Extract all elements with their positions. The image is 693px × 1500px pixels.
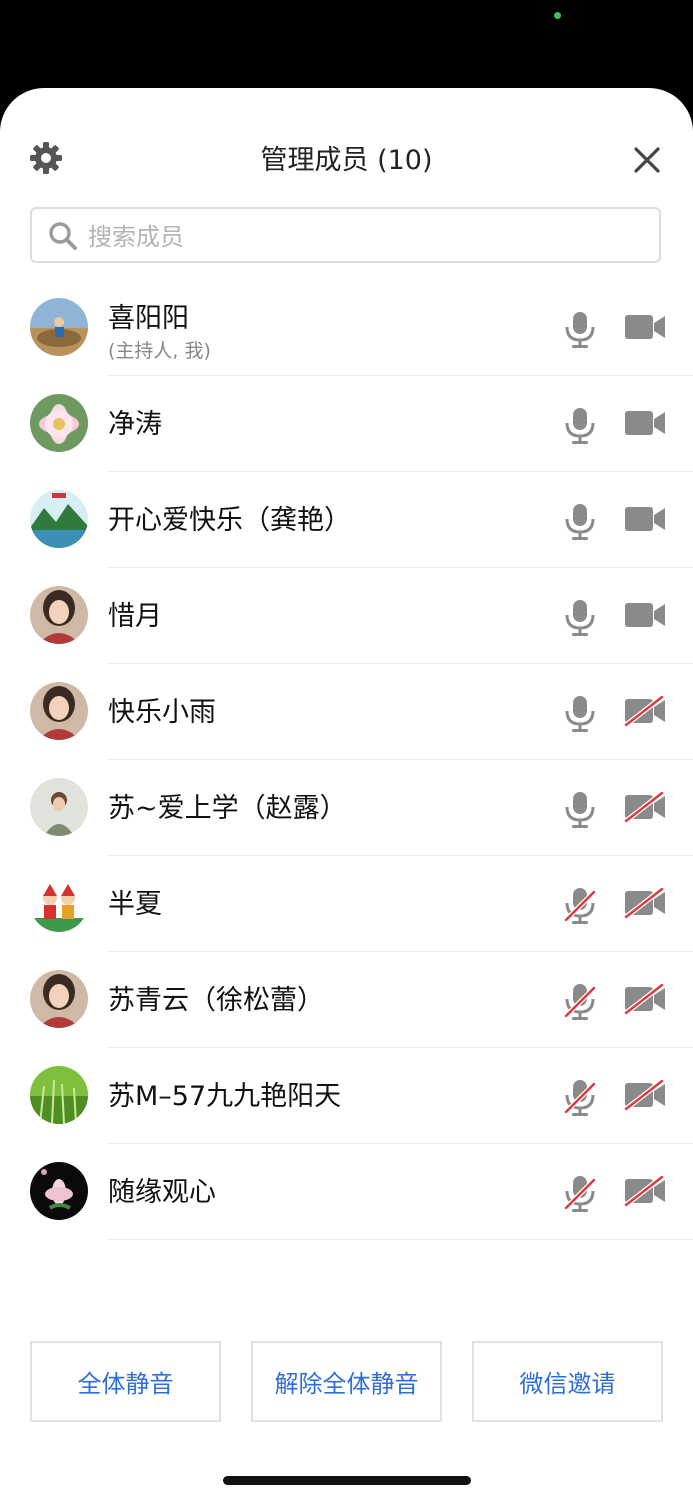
member-name: 苏M–57九九艳阳天 — [108, 1081, 342, 1112]
video-camera-off-icon — [624, 887, 666, 922]
member-name: 开心爱快乐（龚艳） — [108, 505, 351, 536]
avatar — [30, 586, 88, 644]
camera-toggle-on[interactable] — [624, 600, 666, 630]
woman-portrait-avatar — [30, 682, 88, 740]
green-grass-avatar — [30, 1066, 88, 1124]
person-photo-avatar — [30, 778, 88, 836]
lotus-flower-avatar — [30, 394, 88, 452]
search-input[interactable] — [86, 217, 650, 257]
member-row[interactable]: 苏M–57九九艳阳天 — [0, 1048, 693, 1144]
mountain-lake-avatar — [30, 490, 88, 548]
mic-toggle-muted[interactable] — [562, 886, 598, 926]
mic-toggle-on[interactable] — [562, 406, 598, 446]
row-divider — [108, 1239, 693, 1240]
avatar — [30, 490, 88, 548]
mic-toggle-muted[interactable] — [562, 1078, 598, 1118]
mic-toggle-on[interactable] — [562, 310, 598, 350]
member-row[interactable]: 惜月 — [0, 568, 693, 664]
member-row[interactable]: 随缘观心 — [0, 1144, 693, 1240]
camera-toggle-off[interactable] — [624, 1175, 666, 1207]
member-row[interactable]: 喜阳阳 (主持人, 我) — [0, 280, 693, 376]
mic-toggle-muted[interactable] — [562, 1174, 598, 1214]
member-name: 惜月 — [108, 601, 162, 632]
video-camera-icon — [624, 603, 666, 634]
wechat-invite-button[interactable]: 微信邀请 — [472, 1341, 663, 1422]
search-box[interactable] — [30, 207, 661, 263]
video-camera-off-icon — [624, 791, 666, 826]
avatar — [30, 394, 88, 452]
video-camera-off-icon — [624, 695, 666, 730]
mute-all-button[interactable]: 全体静音 — [30, 1341, 221, 1422]
member-name: 喜阳阳 — [108, 303, 189, 334]
member-name: 苏~爱上学（赵露） — [108, 793, 347, 824]
avatar — [30, 682, 88, 740]
video-camera-icon — [624, 507, 666, 538]
microphone-icon — [562, 312, 598, 354]
woman-portrait-avatar — [30, 586, 88, 644]
avatar — [30, 1066, 88, 1124]
close-icon — [629, 147, 665, 182]
video-camera-off-icon — [624, 983, 666, 1018]
video-camera-icon — [624, 315, 666, 346]
member-name: 苏青云（徐松蕾） — [108, 985, 324, 1016]
member-row[interactable]: 苏青云（徐松蕾） — [0, 952, 693, 1048]
member-name: 随缘观心 — [108, 1177, 216, 1208]
avatar — [30, 970, 88, 1028]
status-indicator-dot — [554, 12, 561, 19]
mic-toggle-on[interactable] — [562, 790, 598, 830]
mic-toggle-on[interactable] — [562, 694, 598, 734]
microphone-icon — [562, 792, 598, 834]
camera-toggle-off[interactable] — [624, 983, 666, 1015]
member-row[interactable]: 净涛 — [0, 376, 693, 472]
member-name: 净涛 — [108, 409, 162, 440]
member-row[interactable]: 半夏 — [0, 856, 693, 952]
microphone-icon — [562, 696, 598, 738]
microphone-icon — [562, 504, 598, 546]
mic-toggle-on[interactable] — [562, 598, 598, 638]
microphone-icon — [562, 600, 598, 642]
microphone-muted-icon — [562, 888, 598, 930]
avatar — [30, 778, 88, 836]
camera-toggle-off[interactable] — [624, 695, 666, 727]
camera-toggle-off[interactable] — [624, 791, 666, 823]
manage-members-sheet: 管理成员 (10) 喜阳阳 (主持人, 我) 净涛开心爱快乐（龚艳） 惜月快乐小雨苏~… — [0, 88, 693, 1500]
member-name: 半夏 — [108, 889, 162, 920]
page-title: 管理成员 (10) — [260, 145, 433, 176]
search-icon — [48, 221, 78, 251]
close-button[interactable] — [629, 142, 665, 178]
member-row[interactable]: 快乐小雨 — [0, 664, 693, 760]
microphone-muted-icon — [562, 1080, 598, 1122]
camera-toggle-on[interactable] — [624, 504, 666, 534]
member-role: (主持人, 我) — [108, 340, 211, 362]
video-camera-off-icon — [624, 1175, 666, 1210]
member-row[interactable]: 开心爱快乐（龚艳） — [0, 472, 693, 568]
avatar — [30, 1162, 88, 1220]
unmute-all-button[interactable]: 解除全体静音 — [251, 1341, 442, 1422]
lotus-dark-avatar — [30, 1162, 88, 1220]
member-list: 喜阳阳 (主持人, 我) 净涛开心爱快乐（龚艳） 惜月快乐小雨苏~爱上学（赵露） 半夏苏… — [0, 280, 693, 1240]
camera-toggle-on[interactable] — [624, 408, 666, 438]
landscape-person-avatar — [30, 298, 88, 356]
avatar — [30, 874, 88, 932]
member-row[interactable]: 苏~爱上学（赵露） — [0, 760, 693, 856]
video-camera-icon — [624, 411, 666, 442]
member-name: 快乐小雨 — [108, 697, 216, 728]
home-indicator — [223, 1476, 471, 1485]
video-camera-off-icon — [624, 1079, 666, 1114]
camera-toggle-off[interactable] — [624, 887, 666, 919]
microphone-muted-icon — [562, 1176, 598, 1218]
avatar — [30, 298, 88, 356]
christmas-children-avatar — [30, 874, 88, 932]
microphone-icon — [562, 408, 598, 450]
mic-toggle-on[interactable] — [562, 502, 598, 542]
microphone-muted-icon — [562, 984, 598, 1026]
camera-toggle-off[interactable] — [624, 1079, 666, 1111]
woman-portrait-avatar — [30, 970, 88, 1028]
mic-toggle-muted[interactable] — [562, 982, 598, 1022]
camera-toggle-on[interactable] — [624, 312, 666, 342]
